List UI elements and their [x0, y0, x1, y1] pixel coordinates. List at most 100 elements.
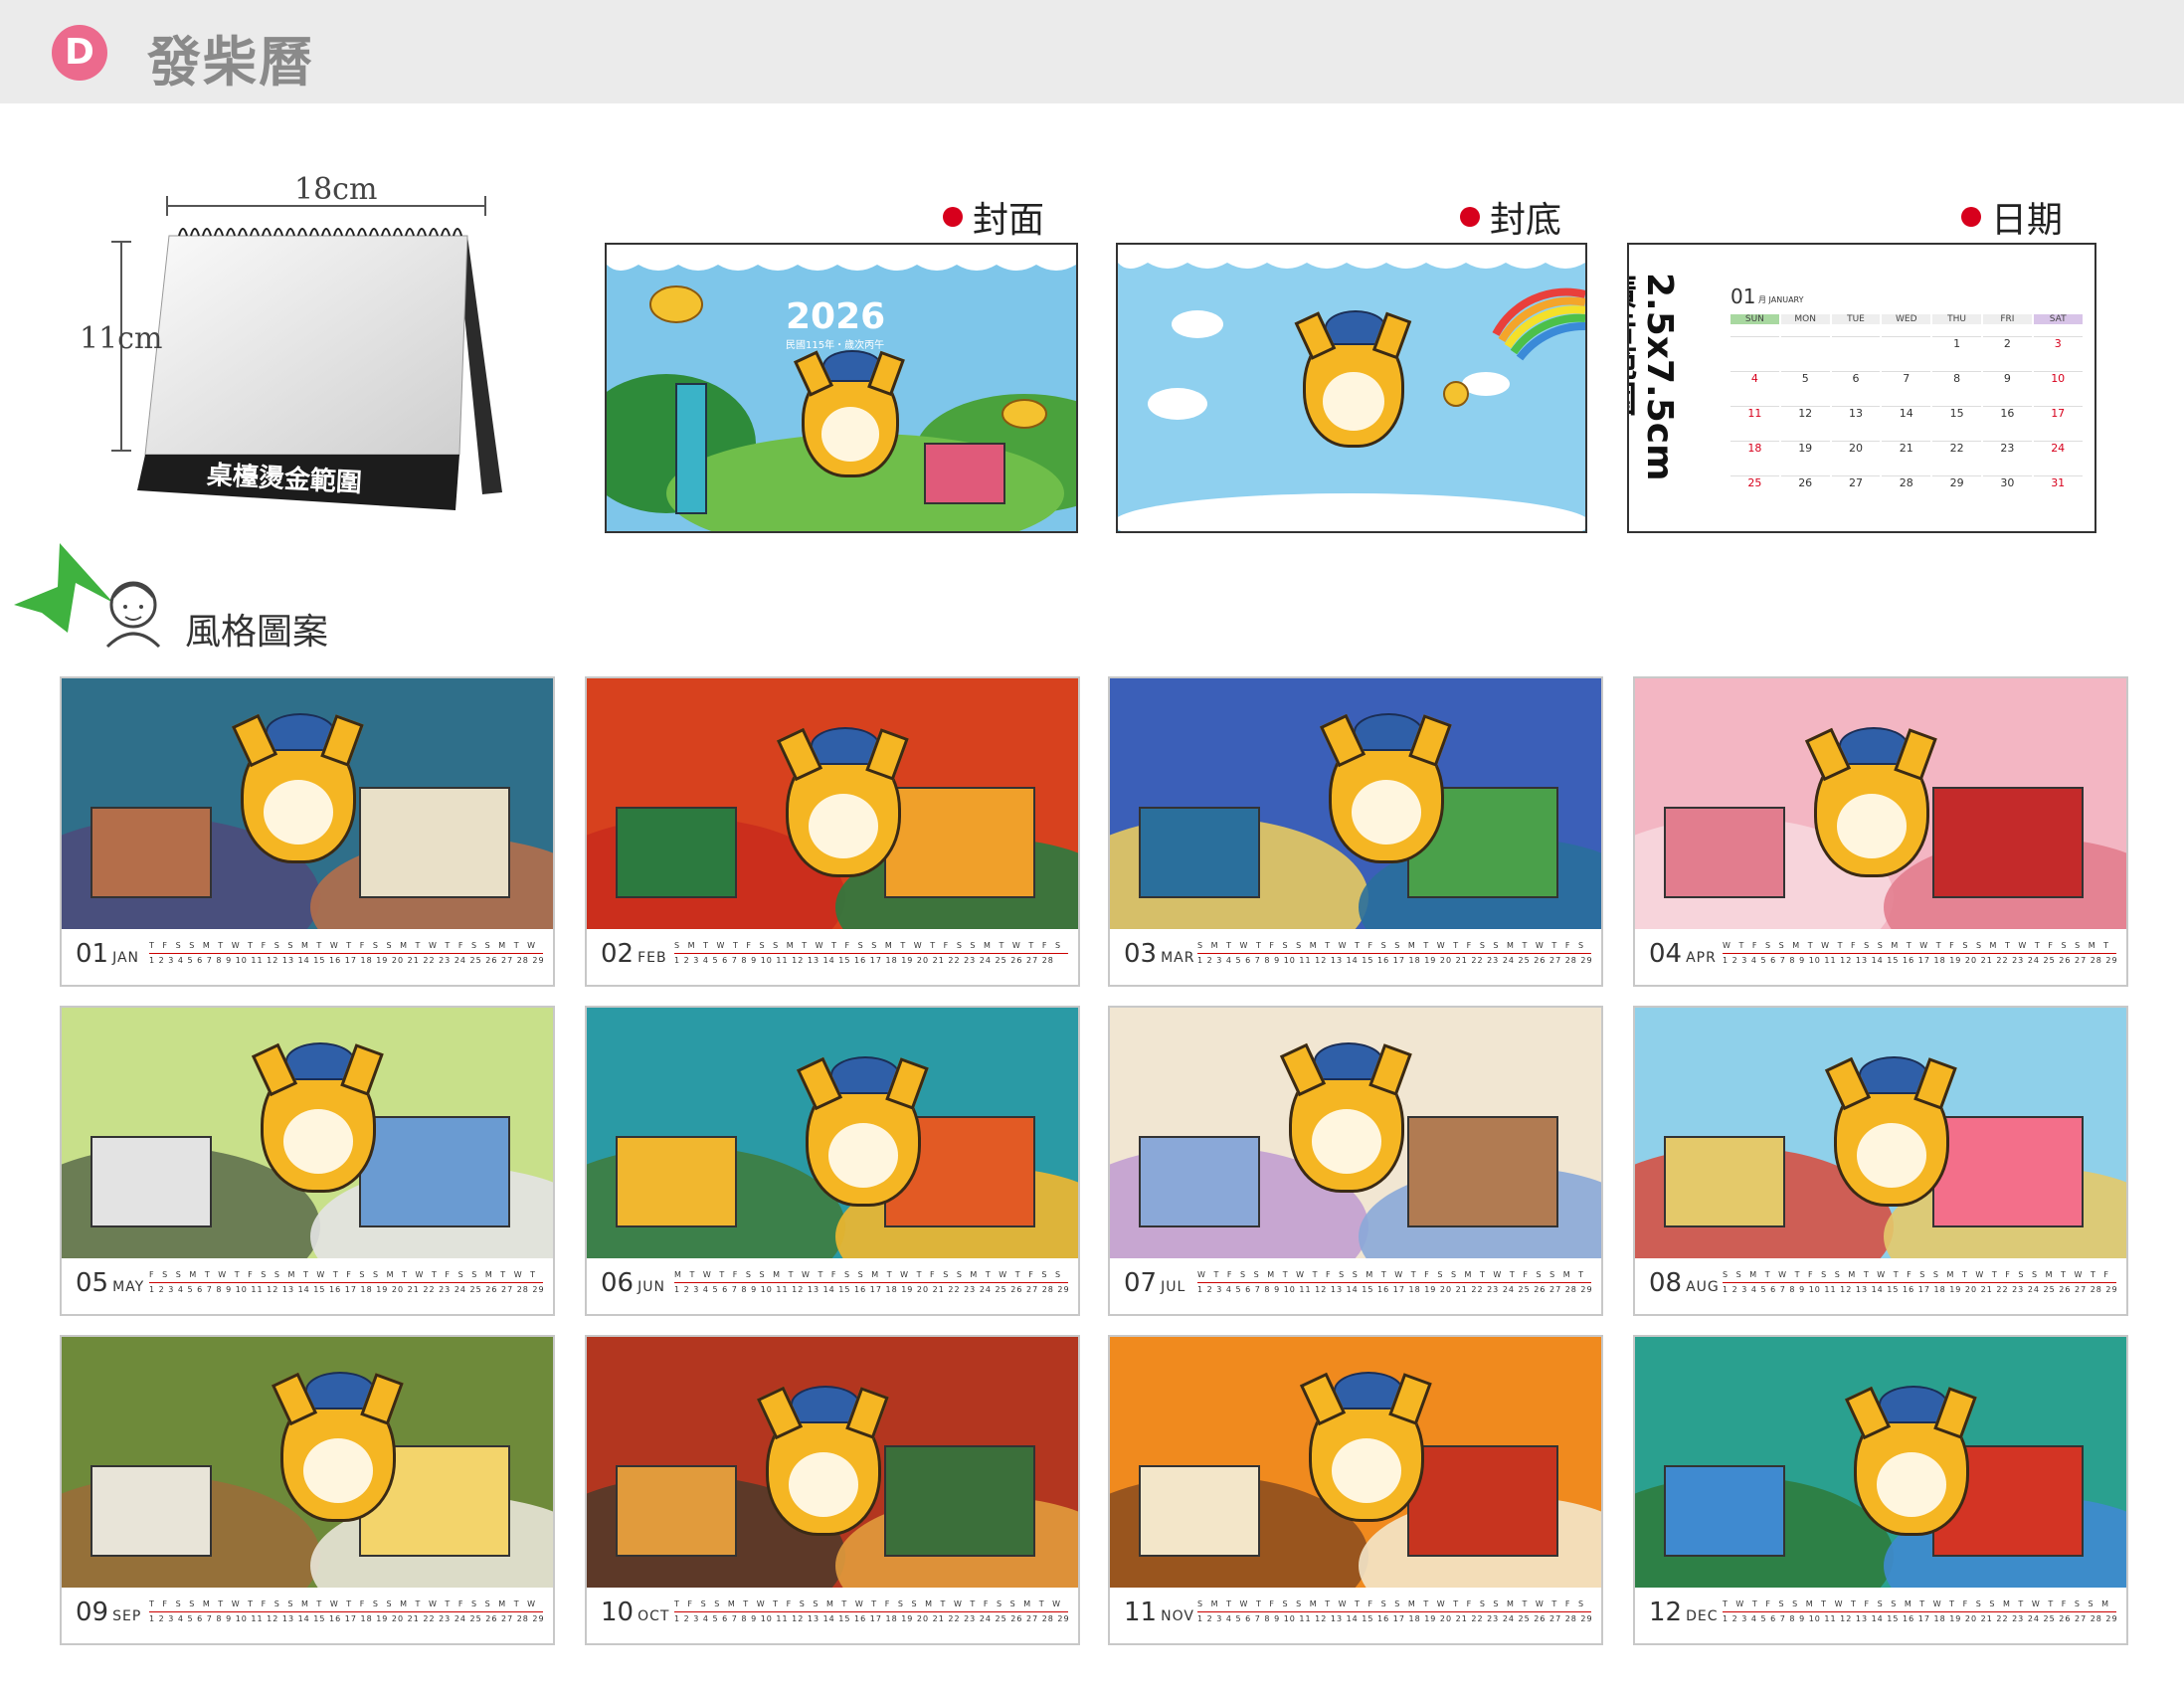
day-strip: S M T W T F S S M T W T F S S M T W T F … [1197, 1599, 1591, 1625]
date-cell: 24 [2033, 441, 2083, 455]
month-abbr: DEC [1686, 1608, 1719, 1624]
weekday-strip: W T F S S M T W T F S S M T W T F S S M … [1197, 1270, 1591, 1279]
weekday-label: MON [1780, 314, 1830, 324]
day-strip: T W T F S S M T W T F S S M T W T F S S … [1723, 1599, 2116, 1625]
month-thumbnail-jul: 07 JUL W T F S S M T W T F S S M T W T F S… [1108, 1006, 1603, 1316]
shiba-dog-illustration [1319, 712, 1453, 863]
month-thumbnail-oct: 10 OCT T F S S M T W T F S S M T W T F S S… [585, 1335, 1080, 1645]
width-dimension-label: 18cm [294, 172, 378, 207]
date-cell: 31 [2033, 475, 2083, 489]
date-month-name: 月 JANUARY [1758, 295, 1804, 304]
month-thumbnail-mar: 03 MAR S M T W T F S S M T W T F S S M T W… [1108, 676, 1603, 987]
month-label: 03 MAR [1124, 939, 1194, 969]
day-number-strip: 1 2 3 4 5 6 7 8 9 10 11 12 13 14 15 16 1… [149, 1285, 543, 1294]
date-cell: 22 [1932, 441, 1981, 455]
back-cover-preview [1116, 243, 1587, 533]
cover-label: 封面 [943, 191, 1044, 243]
shiba-dog-illustration [794, 349, 906, 477]
red-divider [149, 1282, 543, 1283]
month-thumbnail-nov: 11 NOV S M T W T F S S M T W T F S S M T W… [1108, 1335, 1603, 1645]
weekday-strip: T F S S M T W T F S S M T W T F S S M T … [149, 1599, 539, 1608]
weekday-label: SUN [1730, 314, 1779, 324]
red-divider [1723, 1611, 2116, 1612]
day-number-strip: 1 2 3 4 5 6 7 8 9 10 11 12 13 14 15 16 1… [149, 956, 543, 965]
month-footer: 10 OCT T F S S M T W T F S S M T W T F S S… [587, 1588, 1078, 1643]
date-cell: 16 [1983, 406, 2032, 420]
red-divider [674, 953, 1068, 954]
day-strip: T F S S M T W T F S S M T W T F S S M T … [149, 1599, 543, 1625]
day-strip: M T W T F S S M T W T F S S M T W T F S … [674, 1270, 1068, 1296]
date-page-label: 日期 [1961, 191, 2063, 243]
date-cell: 8 [1932, 371, 1981, 385]
date-cell: 14 [1882, 406, 1931, 420]
shiba-dog-illustration [251, 1041, 385, 1193]
date-page-preview: 2.5x7.5cm 廣告範圍 01 月 JANUARY SUN MON TUE WED… [1627, 243, 2096, 533]
style-section-title: 風格圖案 [185, 612, 329, 653]
weekday-strip: S S M T W T F S S M T W T F S S M T W T … [1723, 1270, 2116, 1279]
month-abbr: MAY [112, 1279, 145, 1295]
red-divider [1197, 1611, 1591, 1612]
date-cell [1831, 336, 1881, 337]
back-cover-label: 封底 [1460, 191, 1561, 243]
weekday-strip: M T W T F S S M T W T F S S M T W T F S … [674, 1270, 1068, 1279]
section-badge: D [52, 25, 107, 81]
month-thumbnail-jun: 06 JUN M T W T F S S M T W T F S S M T W T… [585, 1006, 1080, 1316]
day-strip: F S S M T W T F S S M T W T F S S M T W … [149, 1270, 543, 1296]
month-label: 10 OCT [601, 1598, 669, 1627]
girl-avatar-icon [103, 577, 165, 649]
month-number: 12 [1649, 1598, 1683, 1627]
date-cell: 21 [1882, 441, 1931, 455]
month-thumbnail-feb: 02 FEB S M T W T F S S M T W T F S S M T W… [585, 676, 1080, 987]
month-label: 11 NOV [1124, 1598, 1194, 1627]
month-number: 11 [1124, 1598, 1158, 1627]
date-cell: 18 [1730, 441, 1779, 455]
day-strip: S S M T W T F S S M T W T F S S M T W T … [1723, 1270, 2116, 1296]
month-footer: 02 FEB S M T W T F S S M T W T F S S M T W… [587, 929, 1078, 985]
cover-preview: 2026 民國115年・歲次丙午 [605, 243, 1078, 533]
date-cell: 4 [1730, 371, 1779, 385]
month-abbr: FEB [637, 950, 667, 966]
day-number-strip: 1 2 3 4 5 6 7 8 9 10 11 12 13 14 15 16 1… [1197, 1285, 1591, 1294]
month-abbr: OCT [637, 1608, 670, 1624]
date-cell: 19 [1780, 441, 1830, 455]
page-title: 發柴曆 [147, 31, 314, 94]
shiba-dog-illustration [1824, 1055, 1958, 1207]
weekday-strip: T F S S M T W T F S S M T W T F S S M T … [149, 941, 543, 950]
weekday-strip: W T F S S M T W T F S S M T W T F S S M … [1723, 941, 2116, 950]
month-number: 05 [76, 1268, 109, 1298]
red-divider [149, 1611, 543, 1612]
day-strip: S M T W T F S S M T W T F S S M T W T F … [1197, 941, 1591, 967]
month-abbr: AUG [1686, 1279, 1720, 1295]
red-dot-icon [943, 207, 963, 227]
ad-area-label: 2.5x7.5cm 廣告範圍 [1627, 273, 1680, 481]
date-cell: 13 [1831, 406, 1881, 420]
day-strip: T F S S M T W T F S S M T W T F S S M T … [674, 1599, 1068, 1625]
weekday-label: THU [1932, 314, 1981, 324]
shiba-dog-illustration [271, 1371, 405, 1522]
date-cell: 5 [1780, 371, 1830, 385]
red-divider [1197, 953, 1591, 954]
weekday-label: FRI [1983, 314, 2032, 324]
month-abbr: MAR [1161, 950, 1195, 966]
month-footer: 12 DEC T W T F S S M T W T F S S M T W T F… [1635, 1588, 2126, 1643]
month-number: 08 [1649, 1268, 1683, 1298]
red-divider [1723, 953, 2116, 954]
month-abbr: JAN [112, 950, 140, 966]
month-footer: 01 JAN T F S S M T W T F S S M T W T F S S… [62, 929, 553, 985]
month-number: 02 [601, 939, 635, 969]
month-number: 09 [76, 1598, 109, 1627]
weekday-label: TUE [1831, 314, 1881, 324]
month-abbr: JUL [1161, 1279, 1186, 1295]
shiba-dog-illustration [796, 1055, 930, 1207]
date-cell: 12 [1780, 406, 1830, 420]
date-cell: 29 [1932, 475, 1981, 489]
month-label: 02 FEB [601, 939, 667, 969]
section-arrow-icon [14, 543, 113, 643]
month-footer: 03 MAR S M T W T F S S M T W T F S S M T W… [1110, 929, 1601, 985]
weekday-strip: S M T W T F S S M T W T F S S M T W T F … [674, 941, 1068, 950]
shiba-dog-illustration [1299, 1371, 1433, 1522]
month-abbr: SEP [112, 1608, 142, 1624]
date-cell: 26 [1780, 475, 1830, 489]
date-cell [1780, 336, 1830, 337]
red-divider [1723, 1282, 2116, 1283]
